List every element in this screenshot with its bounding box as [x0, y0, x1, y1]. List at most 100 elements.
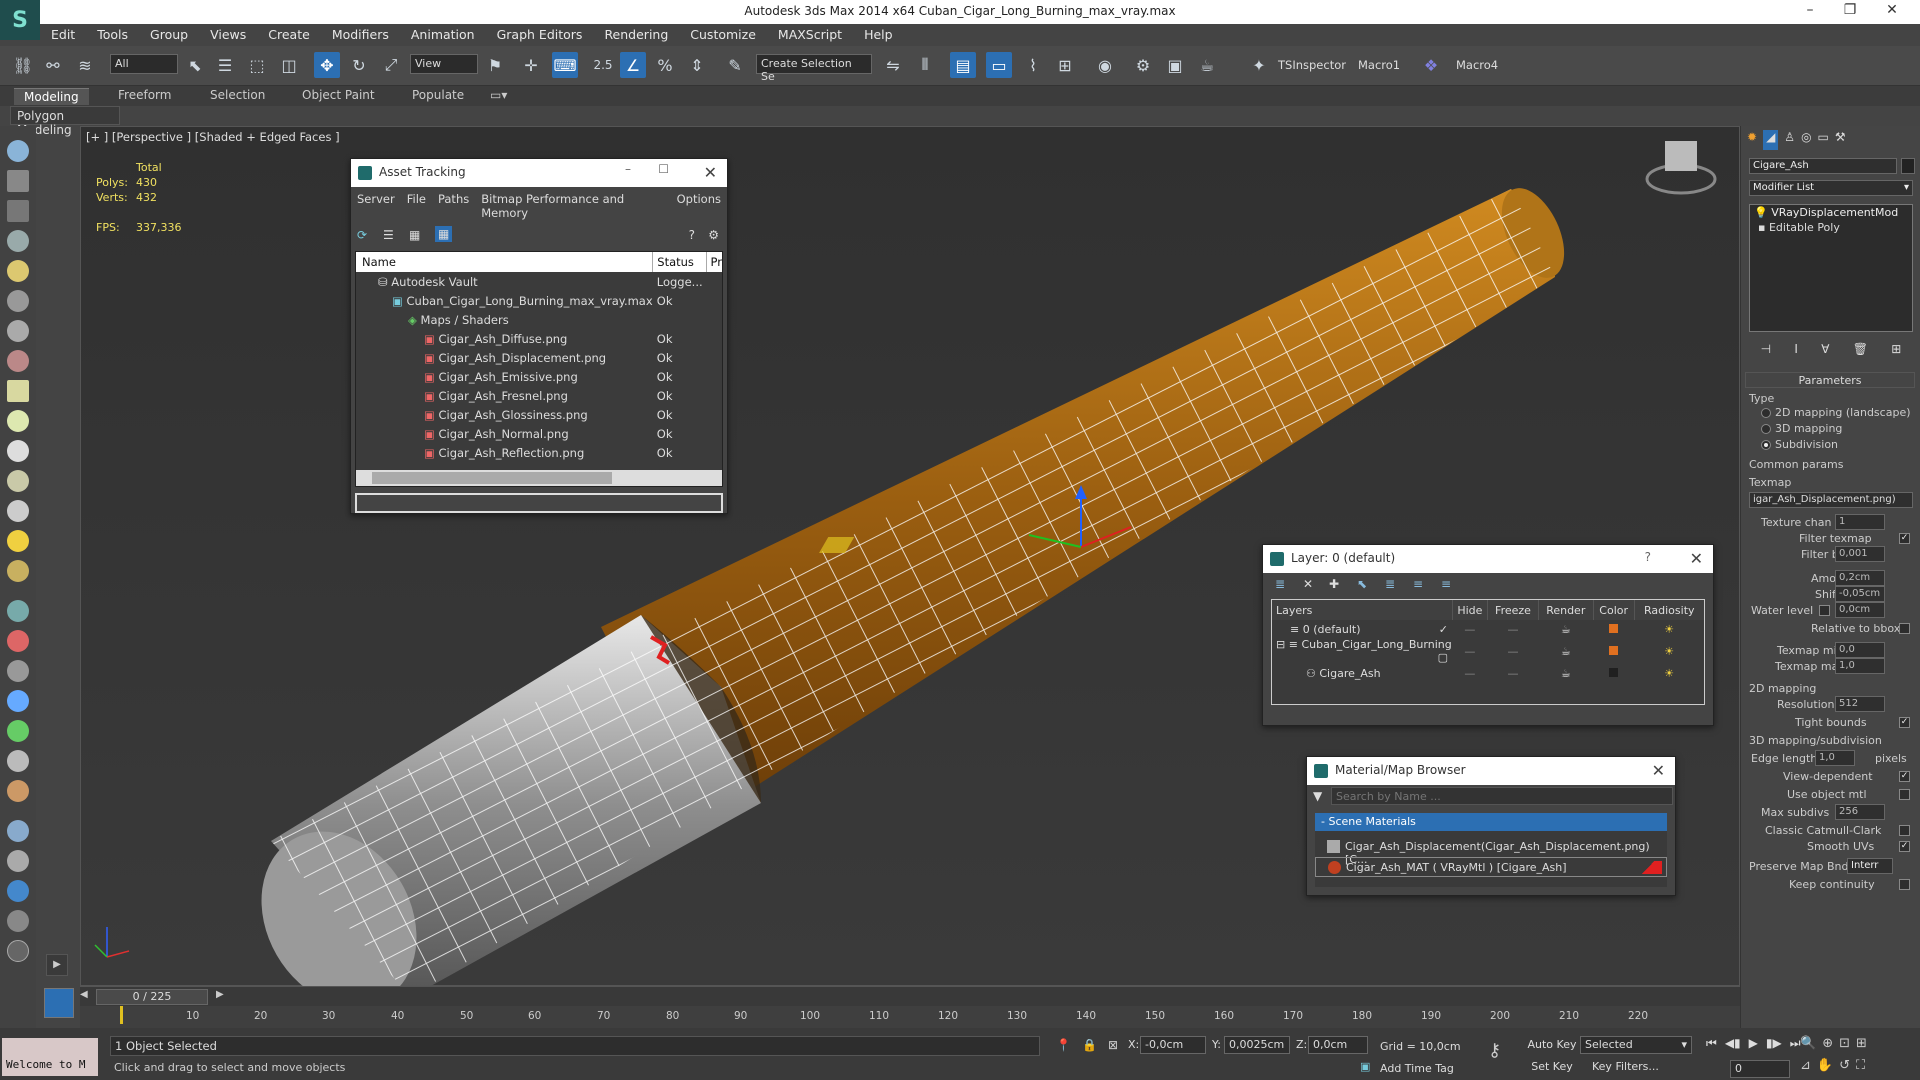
manipulate-icon[interactable]: ✛: [518, 52, 544, 78]
scene-materials-group[interactable]: - Scene Materials: [1315, 813, 1667, 831]
scrollbar-thumb[interactable]: [372, 472, 612, 484]
table-row[interactable]: ⚇ Cigare_Ash — — ☕ ☀: [1272, 664, 1704, 682]
resolution-spinner[interactable]: 512: [1835, 696, 1885, 712]
x-coord-field[interactable]: -0,0cm: [1140, 1036, 1206, 1054]
expand-icon[interactable]: ▪: [1758, 221, 1765, 234]
curve-editor-icon[interactable]: ⌇: [1020, 52, 1046, 78]
percent-snap-icon[interactable]: %: [652, 52, 678, 78]
light-icon[interactable]: [7, 260, 29, 282]
help-icon[interactable]: [7, 940, 29, 962]
minimize-icon[interactable]: –: [625, 162, 631, 176]
relative-bbox-checkbox[interactable]: [1899, 623, 1910, 634]
column-color[interactable]: Color: [1593, 600, 1635, 620]
delete-layer-icon[interactable]: ✕: [1303, 577, 1313, 591]
maximize-button[interactable]: ❐: [1830, 2, 1870, 18]
table-row[interactable]: ▣ Cigar_Ash_Reflection.png Ok: [356, 443, 722, 462]
menu-edit[interactable]: Edit: [40, 24, 86, 46]
texmap-max-spinner[interactable]: 1,0: [1835, 658, 1885, 674]
grid-icon[interactable]: [7, 230, 29, 252]
view-dependent-checkbox[interactable]: ✓: [1899, 771, 1910, 782]
prev-frame-icon[interactable]: ◀: [80, 989, 94, 1005]
list-item[interactable]: ▪ Editable Poly: [1750, 220, 1912, 235]
radio-subdivision[interactable]: [1761, 440, 1771, 450]
fov-icon[interactable]: ⊿: [1800, 1058, 1811, 1073]
texture-chan-spinner[interactable]: 1: [1835, 514, 1885, 530]
next-frame-icon[interactable]: ▶: [216, 989, 230, 1005]
render-setup-icon[interactable]: ⚙: [1130, 52, 1156, 78]
hide-all-icon[interactable]: ≡: [1413, 577, 1423, 591]
close-icon[interactable]: ✕: [1690, 549, 1703, 568]
filter-blur-spinner[interactable]: 0,001: [1835, 546, 1885, 562]
table-row[interactable]: ▣ Cigar_Ash_Normal.png Ok: [356, 424, 722, 443]
bone-icon[interactable]: [7, 660, 29, 682]
close-icon[interactable]: ✕: [704, 163, 717, 182]
ts-inspector-button[interactable]: TSInspector: [1278, 58, 1346, 72]
list-item[interactable]: Cigar_Ash_MAT ( VRayMtl ) [Cigare_Ash]: [1315, 857, 1667, 877]
timeline-ruler[interactable]: 10 20 30 40 50 60 70 80 90 100 110 120 1…: [80, 1006, 1740, 1028]
prev-key-icon[interactable]: ◀▮: [1725, 1036, 1741, 1051]
collapse-icon[interactable]: ⊟: [1276, 638, 1285, 651]
select-object-icon[interactable]: ⬉: [182, 52, 208, 78]
viewport-label[interactable]: [+ ] [Perspective ] [Shaded + Edged Face…: [86, 130, 340, 144]
menu-file[interactable]: File: [407, 192, 426, 220]
use-object-mtl-checkbox[interactable]: [1899, 789, 1910, 800]
menu-help[interactable]: Help: [853, 24, 904, 46]
menu-views[interactable]: Views: [199, 24, 257, 46]
filter-texmap-checkbox[interactable]: ✓: [1899, 533, 1910, 544]
zoom-all-icon[interactable]: ⊕: [1822, 1036, 1833, 1051]
column-layers[interactable]: Layers: [1272, 600, 1453, 620]
radiosity-icon[interactable]: ☀: [1634, 638, 1704, 664]
angle-snap-icon[interactable]: ∠: [620, 52, 646, 78]
time-slider-thumb[interactable]: 0 / 225: [96, 989, 208, 1005]
settings-icon[interactable]: ⚙: [708, 228, 719, 242]
list-item[interactable]: 💡 VRayDisplacementMod: [1750, 205, 1912, 220]
time-slider[interactable]: ◀ 0 / 225 ▶: [80, 986, 1740, 1006]
parameters-rollout[interactable]: Parameters: [1745, 372, 1915, 388]
table-row[interactable]: ⊟ ≡ Cuban_Cigar_Long_Burning ▢ — — ☕ ☀: [1272, 638, 1704, 664]
spinner-snap-icon[interactable]: ⇕: [684, 52, 710, 78]
freeze-toggle[interactable]: —: [1488, 620, 1539, 638]
goto-end-icon[interactable]: ⏭: [1790, 1036, 1801, 1051]
rendered-frame-icon[interactable]: ▣: [1162, 52, 1188, 78]
table-row[interactable]: ⛁ Autodesk Vault Logge...: [356, 272, 722, 291]
unlink-icon[interactable]: ⚯: [40, 52, 66, 78]
ribbon-options-icon[interactable]: ▭▾: [490, 88, 507, 102]
freeze-all-icon[interactable]: ≡: [1441, 577, 1451, 591]
shift-spinner[interactable]: -0,05cm: [1835, 586, 1885, 602]
hierarchy-tab-icon[interactable]: ♙: [1784, 130, 1795, 150]
filter-dropdown-icon[interactable]: ▼: [1313, 789, 1322, 803]
column-freeze[interactable]: Freeze: [1487, 600, 1539, 620]
pan-icon[interactable]: ✋: [1817, 1058, 1833, 1073]
table-row[interactable]: ▣ Cigar_Ash_Glossiness.png Ok: [356, 405, 722, 424]
render-production-icon[interactable]: ☕: [1194, 52, 1220, 78]
modify-tab-icon[interactable]: ◢: [1763, 130, 1779, 150]
macro1-button[interactable]: Macro1: [1358, 58, 1400, 72]
reactor-icon[interactable]: [7, 690, 29, 712]
minimize-button[interactable]: –: [1790, 2, 1830, 18]
pivot-icon[interactable]: ⚑: [482, 52, 508, 78]
radio-2d-mapping[interactable]: [1761, 408, 1771, 418]
xref-icon[interactable]: [7, 850, 29, 872]
isolate-icon[interactable]: 📍: [1056, 1038, 1071, 1052]
app-logo-icon[interactable]: S: [0, 0, 40, 40]
edge-length-spinner[interactable]: 1,0: [1815, 750, 1855, 766]
selection-filter-dropdown[interactable]: All: [110, 54, 178, 74]
make-unique-icon[interactable]: ∀: [1821, 342, 1829, 360]
radiosity-icon[interactable]: ☀: [1634, 620, 1704, 638]
toggle-icon[interactable]: [7, 880, 29, 902]
material-editor-icon[interactable]: ◉: [1092, 52, 1118, 78]
window-crossing-icon[interactable]: ◫: [276, 52, 302, 78]
menu-create[interactable]: Create: [257, 24, 321, 46]
orbit-icon[interactable]: ↺: [1839, 1058, 1850, 1073]
table-row[interactable]: ▣ Cigar_Ash_Fresnel.png Ok: [356, 386, 722, 405]
list-icon[interactable]: ☰: [383, 228, 394, 242]
snap-icon[interactable]: 2.5: [590, 52, 616, 78]
horizontal-scrollbar[interactable]: [356, 470, 722, 486]
plane-icon[interactable]: [7, 200, 29, 222]
layer-color-swatch[interactable]: [1609, 667, 1619, 677]
help-icon[interactable]: ?: [689, 228, 695, 242]
table-row[interactable]: ◈ Maps / Shaders: [356, 310, 722, 329]
table-row[interactable]: ▣ Cigar_Ash_Diffuse.png Ok: [356, 329, 722, 348]
key-filters-button[interactable]: Key Filters...: [1592, 1060, 1659, 1073]
dynamics-icon[interactable]: [7, 630, 29, 652]
